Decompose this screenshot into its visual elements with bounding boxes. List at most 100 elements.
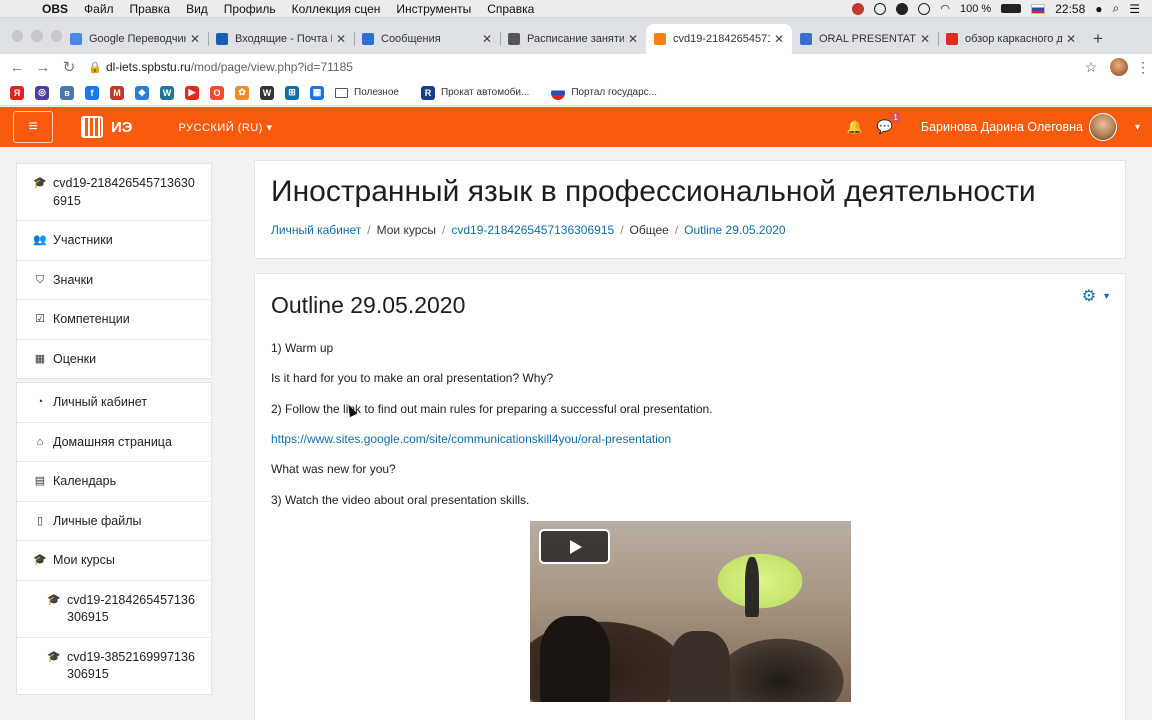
bookmark-icon[interactable]: f: [85, 85, 99, 100]
bookmark-folder-useful[interactable]: Полезное: [335, 87, 399, 98]
profile-avatar[interactable]: [1110, 58, 1128, 76]
bookmark-gov-portal[interactable]: Портал государс...: [551, 85, 657, 100]
sidebar-item[interactable]: 👥 Участники: [17, 221, 211, 261]
sidebar-item[interactable]: ⌂ Домашняя страница: [17, 423, 211, 462]
menu-help[interactable]: Справка: [479, 2, 542, 16]
browser-tab-2[interactable]: Сообщения ✕: [354, 24, 500, 54]
sidebar-item[interactable]: ▦ Оценки: [17, 340, 211, 379]
sidebar-item-label: Компетенции: [53, 312, 130, 326]
sidebar-item[interactable]: 🎓 Мои курсы: [17, 541, 211, 581]
oral-presentation-link[interactable]: https://www.sites.google.com/site/commun…: [271, 432, 671, 446]
notifications-bell-icon[interactable]: 🔔: [846, 119, 862, 135]
bookmark-icon[interactable]: в: [60, 85, 74, 100]
sidebar-item[interactable]: 🎓 cvd19-2184265457136306915: [17, 164, 211, 221]
close-tab-icon[interactable]: ✕: [920, 32, 930, 46]
browser-menu-icon[interactable]: ⋮: [1134, 59, 1152, 76]
sidebar-item[interactable]: 🎓 cvd19-3852169997136306915: [17, 638, 211, 694]
paragraph-question: Is it hard for you to make an oral prese…: [271, 371, 554, 385]
folder-icon: [335, 87, 348, 98]
browser-tab-5[interactable]: ORAL PRESENTATION ✕: [792, 24, 938, 54]
menu-tools[interactable]: Инструменты: [388, 2, 479, 16]
sidebar-item[interactable]: ◔ Личный кабинет: [17, 383, 211, 423]
bookmark-icon[interactable]: ▶: [185, 85, 199, 100]
bookmark-icon[interactable]: ✿: [235, 85, 249, 100]
bookmark-icon[interactable]: O: [210, 85, 224, 100]
bookmark-car-rental[interactable]: R Прокат автомоби...: [420, 85, 529, 100]
bookmark-icon[interactable]: Я: [10, 85, 24, 100]
breadcrumb-my-courses[interactable]: Мои курсы: [377, 223, 436, 237]
sidebar-item[interactable]: 🎓 cvd19-2184265457136306915: [17, 581, 211, 638]
close-tab-icon[interactable]: ✕: [774, 32, 784, 46]
user-name[interactable]: Баринова Дарина Олеговна: [921, 120, 1083, 134]
app-menu[interactable]: OBS: [40, 2, 76, 16]
sidebar-item[interactable]: ▤ Календарь: [17, 462, 211, 502]
menu-edit[interactable]: Правка: [122, 2, 179, 16]
graduation-cap-icon: 🎓: [33, 177, 47, 190]
language-menu[interactable]: РУССКИЙ (RU) ▾: [178, 121, 272, 134]
bookmark-icon[interactable]: ◆: [135, 85, 149, 100]
embedded-video[interactable]: [530, 521, 851, 702]
browser-tab-0[interactable]: Google Переводчик ✕: [62, 24, 208, 54]
site-logo[interactable]: ИЭ: [81, 116, 132, 138]
bookmark-star-icon[interactable]: ☆: [1078, 59, 1104, 76]
shield-icon: ⛉: [35, 273, 45, 286]
menu-view[interactable]: Вид: [178, 2, 216, 16]
drawer-toggle-button[interactable]: ≡: [13, 111, 53, 143]
breadcrumb-dashboard[interactable]: Личный кабинет: [271, 223, 361, 237]
sidebar-item[interactable]: ☑ Компетенции: [17, 300, 211, 340]
menu-profile[interactable]: Профиль: [216, 2, 284, 16]
user-avatar[interactable]: [1088, 113, 1117, 141]
browser-tab-6[interactable]: обзор каркасного дома ✕: [938, 24, 1084, 54]
sidebar-item[interactable]: ▯ Личные файлы: [17, 502, 211, 541]
bookmark-icon[interactable]: ⊞: [285, 85, 299, 100]
control-center-icon[interactable]: ☰: [1129, 2, 1140, 16]
close-tab-icon[interactable]: ✕: [1066, 32, 1076, 46]
zoom-window-icon[interactable]: [50, 30, 62, 42]
menu-file[interactable]: Файл: [76, 2, 122, 16]
battery-icon[interactable]: [1001, 4, 1022, 13]
messages-icon[interactable]: 💬 1: [877, 112, 901, 135]
tab-favicon-icon: [800, 33, 812, 45]
info-icon[interactable]: [874, 2, 887, 15]
spotlight-search-icon[interactable]: ⌕: [1113, 1, 1120, 16]
wifi-icon[interactable]: ◠: [940, 2, 950, 15]
bookmark-icon[interactable]: W: [160, 85, 174, 100]
bookmark-icon[interactable]: ▦: [310, 85, 324, 100]
browser-tab-3[interactable]: Расписание занятий ✕: [500, 24, 646, 54]
browser-tab-4[interactable]: cvd19-21842654571 ✕: [646, 24, 792, 54]
user-menu-chevron-icon[interactable]: ▾: [1135, 122, 1140, 133]
sidebar-item-label: Личные файлы: [53, 513, 142, 528]
bookmark-icon[interactable]: M: [110, 85, 124, 100]
battery-text[interactable]: 100 %: [960, 3, 991, 15]
lock-icon[interactable]: 🔒: [88, 61, 106, 74]
breadcrumb-course[interactable]: cvd19-2184265457136306915: [451, 223, 614, 237]
sidebar-item[interactable]: ⛉ Значки: [17, 261, 211, 300]
back-icon[interactable]: ←: [4, 59, 30, 76]
page-settings-menu[interactable]: ⚙ ▼: [1082, 286, 1111, 306]
cloud-icon[interactable]: [896, 2, 909, 15]
forward-icon[interactable]: →: [30, 59, 56, 76]
close-tab-icon[interactable]: ✕: [482, 32, 492, 46]
reload-icon[interactable]: ↻: [56, 58, 82, 76]
breadcrumb-current-page[interactable]: Outline 29.05.2020: [684, 223, 785, 237]
play-button[interactable]: [539, 529, 610, 564]
close-tab-icon[interactable]: ✕: [628, 32, 638, 46]
address-bar[interactable]: 🔒 dl-iets.spbstu.ru/mod/page/view.php?id…: [88, 55, 1072, 79]
menu-scene-collection[interactable]: Коллекция сцен: [284, 2, 389, 16]
browser-tab-1[interactable]: Входящие - Почта Mail.ru ✕: [208, 24, 354, 54]
bookmark-icon[interactable]: W: [260, 85, 274, 100]
breadcrumb-general[interactable]: Общее: [630, 223, 669, 237]
clock[interactable]: 22:58: [1055, 2, 1085, 16]
input-source-flag-icon[interactable]: [1031, 3, 1046, 14]
bookmark-icons: Я ◎ в f M ◆ W ▶ O ✿ W ⊞ ▦: [10, 85, 335, 100]
recording-icon[interactable]: [852, 2, 865, 15]
content-heading: Outline 29.05.2020: [271, 292, 466, 318]
status-icon[interactable]: [918, 2, 931, 15]
new-tab-button[interactable]: +: [1084, 24, 1112, 54]
close-window-icon[interactable]: [12, 30, 24, 42]
close-tab-icon[interactable]: ✕: [190, 32, 200, 46]
minimize-window-icon[interactable]: [31, 30, 43, 42]
close-tab-icon[interactable]: ✕: [336, 32, 346, 46]
user-icon[interactable]: ●: [1095, 2, 1102, 16]
bookmark-icon[interactable]: ◎: [35, 85, 49, 100]
